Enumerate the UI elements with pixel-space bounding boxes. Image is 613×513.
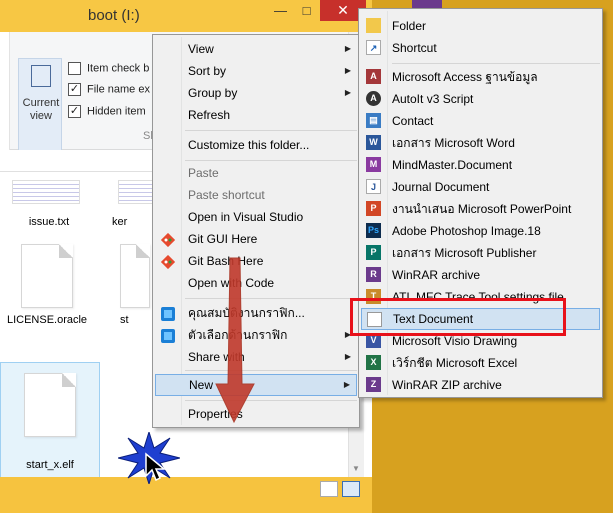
file-name: ker <box>112 216 128 228</box>
submenu-arrow-icon: ▶ <box>344 88 351 97</box>
new-item-publisher[interactable]: P เอกสาร Microsoft Publisher <box>361 242 600 264</box>
powerpoint-icon: P <box>366 201 381 216</box>
new-item-mindmaster[interactable]: M MindMaster.Document <box>361 154 600 176</box>
checkbox[interactable] <box>68 62 81 75</box>
git-icon <box>160 254 176 270</box>
document-icon <box>120 244 150 308</box>
current-view-button[interactable]: Current view <box>18 58 62 154</box>
minimize-button[interactable]: — <box>268 1 293 21</box>
menu-item-group-by[interactable]: Group by ▶ <box>155 82 357 104</box>
maximize-button[interactable]: □ <box>294 1 319 21</box>
new-item-word[interactable]: W เอกสาร Microsoft Word <box>361 132 600 154</box>
publisher-icon: P <box>366 245 381 260</box>
access-icon: A <box>366 69 381 84</box>
new-item-photoshop[interactable]: Ps Adobe Photoshop Image.18 <box>361 220 600 242</box>
contact-icon: ▤ <box>366 113 381 128</box>
mouse-pointer-icon <box>145 452 167 482</box>
new-item-folder[interactable]: Folder <box>361 15 600 37</box>
file-item-st[interactable]: st <box>120 244 150 326</box>
document-icon <box>24 373 76 437</box>
checkbox-checked[interactable]: ✓ <box>68 105 81 118</box>
file-extensions-option[interactable]: ✓ File name ex <box>68 83 150 101</box>
submenu-arrow-icon: ▶ <box>344 44 351 53</box>
mindmaster-icon: M <box>366 157 381 172</box>
large-icons-view-icon[interactable] <box>342 481 360 497</box>
scroll-down-icon[interactable]: ▼ <box>352 464 360 473</box>
file-name: LICENSE.oracle <box>6 314 88 326</box>
new-item-access[interactable]: A Microsoft Access ฐานข้อมูล <box>361 66 600 88</box>
submenu-arrow-icon: ▶ <box>344 66 351 75</box>
menu-item-view[interactable]: View ▶ <box>155 38 357 60</box>
new-item-journal[interactable]: J Journal Document <box>361 176 600 198</box>
new-item-autoit[interactable]: A AutoIt v3 Script <box>361 88 600 110</box>
submenu-arrow-icon: ▶ <box>344 352 351 361</box>
menu-item-git-gui[interactable]: Git GUI Here <box>155 228 357 250</box>
submenu-arrow-icon: ▶ <box>343 380 350 389</box>
file-thumbnail <box>12 180 80 204</box>
journal-icon: J <box>366 179 381 194</box>
menu-separator <box>185 130 357 131</box>
file-name: start_x.elf <box>26 459 74 471</box>
menu-item-sort-by[interactable]: Sort by ▶ <box>155 60 357 82</box>
intel-graphics-icon <box>161 328 175 343</box>
hidden-items-option[interactable]: ✓ Hidden item <box>68 105 146 123</box>
new-item-powerpoint[interactable]: P งานนำเสนอ Microsoft PowerPoint <box>361 198 600 220</box>
new-item-winrar-zip[interactable]: Z WinRAR ZIP archive <box>361 374 600 396</box>
details-view-icon[interactable] <box>320 481 338 497</box>
status-bar <box>0 477 372 513</box>
word-icon: W <box>366 135 381 150</box>
photoshop-icon: Ps <box>366 223 381 238</box>
menu-separator <box>392 63 600 64</box>
winrar-zip-icon: Z <box>366 377 381 392</box>
document-icon <box>21 244 73 308</box>
autoit-icon: A <box>366 91 381 106</box>
shortcut-icon: ↗ <box>366 40 381 55</box>
menu-item-refresh[interactable]: Refresh <box>155 104 357 126</box>
annotation-arrow-icon <box>215 257 255 424</box>
winrar-icon: R <box>366 267 381 282</box>
git-icon <box>160 232 176 248</box>
sort-icon <box>31 65 51 87</box>
item-checkboxes-option[interactable]: Item check b <box>68 62 149 80</box>
file-name: st <box>120 314 129 326</box>
window-title: boot (I:) <box>88 7 140 24</box>
file-item-license[interactable]: LICENSE.oracle <box>2 244 92 326</box>
menu-separator <box>185 160 357 161</box>
new-item-winrar[interactable]: R WinRAR archive <box>361 264 600 286</box>
intel-graphics-icon <box>161 306 175 321</box>
file-item-ker[interactable]: ker <box>112 210 152 228</box>
file-name: issue.txt <box>28 216 70 228</box>
new-item-excel[interactable]: X เวิร์กชีต Microsoft Excel <box>361 352 600 374</box>
new-item-shortcut[interactable]: ↗ Shortcut <box>361 37 600 59</box>
file-item-start-x[interactable]: start_x.elf <box>0 362 100 478</box>
new-item-contact[interactable]: ▤ Contact <box>361 110 600 132</box>
menu-item-paste[interactable]: Paste <box>155 162 357 184</box>
current-view-label: Current view <box>22 97 60 122</box>
new-submenu: Folder ↗ Shortcut A Microsoft Access ฐานข้… <box>358 8 603 398</box>
menu-item-open-visual-studio[interactable]: Open in Visual Studio <box>155 206 357 228</box>
checkbox-checked[interactable]: ✓ <box>68 83 81 96</box>
ribbon-edge <box>0 32 10 150</box>
annotation-highlight-box <box>350 298 566 336</box>
menu-item-customize-folder[interactable]: Customize this folder... <box>155 134 357 156</box>
menu-item-paste-shortcut[interactable]: Paste shortcut <box>155 184 357 206</box>
file-item-issue[interactable]: issue.txt <box>4 210 94 228</box>
folder-icon <box>366 18 381 33</box>
title-bar[interactable]: boot (I:) — □ ✕ <box>0 0 372 32</box>
excel-icon: X <box>366 355 381 370</box>
